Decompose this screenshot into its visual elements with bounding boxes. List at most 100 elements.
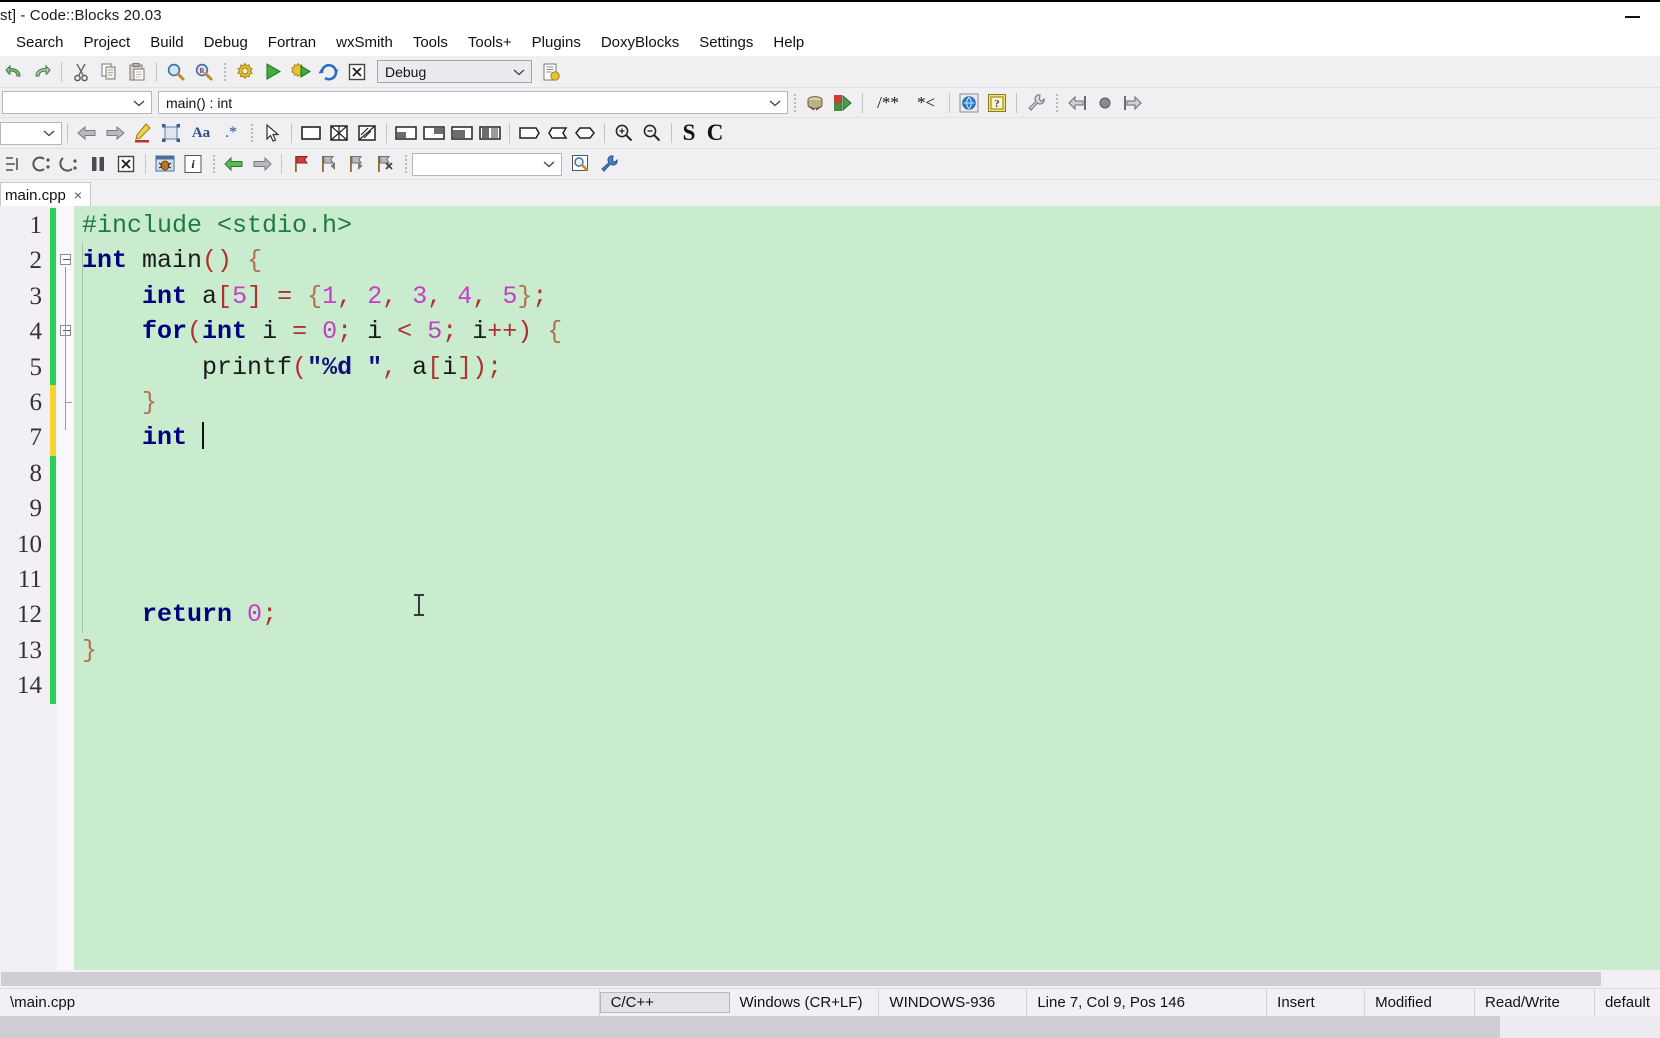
code-line[interactable] [74, 491, 1660, 526]
letter-s-icon[interactable]: S [678, 120, 700, 146]
back-icon[interactable] [74, 120, 100, 146]
box-sizer-top-icon[interactable] [393, 120, 419, 146]
toolbar-grip[interactable] [401, 153, 410, 175]
menu-item-search[interactable]: Search [6, 32, 74, 53]
bookmark-clear-icon[interactable] [372, 151, 398, 177]
wildcard-icon[interactable]: .* [218, 120, 244, 146]
menu-item-debug[interactable]: Debug [194, 32, 258, 53]
record-icon[interactable] [1092, 90, 1118, 116]
close-icon[interactable]: × [74, 187, 82, 203]
step-over-icon[interactable] [29, 151, 55, 177]
scrollbar-thumb[interactable] [1, 972, 1601, 986]
highlight-icon[interactable] [130, 120, 156, 146]
doxyblocks-run-icon[interactable] [956, 90, 982, 116]
code-line[interactable]: #include <stdio.h> [74, 208, 1660, 243]
pointer-icon[interactable] [259, 120, 285, 146]
build-and-run-icon[interactable] [288, 59, 314, 85]
copy-icon[interactable] [96, 59, 122, 85]
search-options-icon[interactable] [596, 151, 622, 177]
build-target-select[interactable]: Debug [377, 60, 532, 83]
resize-icon[interactable] [158, 120, 184, 146]
menu-item-doxyblocks[interactable]: DoxyBlocks [591, 32, 689, 53]
toolbar-grip[interactable] [247, 122, 256, 144]
menu-item-plugins[interactable]: Plugins [522, 32, 591, 53]
paste-icon[interactable] [124, 59, 150, 85]
menu-item-settings[interactable]: Settings [689, 32, 763, 53]
code-line[interactable] [74, 562, 1660, 597]
box-sizer-split-icon[interactable] [477, 120, 503, 146]
step-into-icon[interactable] [1, 151, 27, 177]
menu-item-project[interactable]: Project [74, 32, 141, 53]
code-line[interactable] [74, 668, 1660, 703]
search-input[interactable] [412, 152, 562, 176]
menu-item-build[interactable]: Build [140, 32, 193, 53]
letter-c-icon[interactable]: C [702, 120, 728, 146]
box-sizer-right-icon[interactable] [421, 120, 447, 146]
wxsmith-select[interactable] [0, 121, 62, 145]
search-icon[interactable] [568, 151, 594, 177]
find-icon[interactable] [163, 59, 189, 85]
spacer-left-icon[interactable] [516, 120, 542, 146]
code-line[interactable]: int main() { [74, 243, 1660, 278]
zoom-in-icon[interactable] [611, 120, 637, 146]
code-line[interactable]: int a[5] = {1, 2, 3, 4, 5}; [74, 279, 1660, 314]
menu-item-help[interactable]: Help [763, 32, 814, 53]
box-sizer-left-icon[interactable] [449, 120, 475, 146]
debug-info-icon[interactable]: i [180, 151, 206, 177]
replace-icon[interactable]: R [191, 59, 217, 85]
code-line[interactable]: int [74, 420, 1660, 455]
step-out-icon[interactable] [57, 151, 83, 177]
toolbar-grip[interactable] [790, 92, 799, 114]
code-line[interactable]: } [74, 633, 1660, 668]
spacer-mid-icon[interactable] [544, 120, 570, 146]
class-browser-icon[interactable] [802, 90, 828, 116]
redo-icon[interactable] [29, 59, 55, 85]
font-icon[interactable]: Aa [186, 120, 216, 146]
comment-block-icon[interactable]: /** [869, 90, 907, 116]
code-editor[interactable]: 1 2 3 4 5 6 7 8 9 10 11 12 13 14 #include <stdio.h> in… [0, 206, 1660, 970]
doxyblocks-help-icon[interactable]: ? [984, 90, 1010, 116]
build-icon[interactable] [232, 59, 258, 85]
bookmark-next-icon[interactable] [344, 151, 370, 177]
debug-window-icon[interactable] [152, 151, 178, 177]
code-line[interactable]: printf("%d ", a[i]); [74, 350, 1660, 385]
menu-item-wxsmith[interactable]: wxSmith [326, 32, 403, 53]
fold-margin[interactable] [56, 206, 74, 970]
toolbar-grip[interactable] [1052, 92, 1061, 114]
run-icon[interactable] [260, 59, 286, 85]
rebuild-icon[interactable] [316, 59, 342, 85]
code-line[interactable]: for(int i = 0; i < 5; i++) { [74, 314, 1660, 349]
menu-item-tools[interactable]: Tools [403, 32, 458, 53]
flag-icon[interactable] [288, 151, 314, 177]
toolbar-grip[interactable] [209, 153, 218, 175]
undo-icon[interactable] [1, 59, 27, 85]
code-line[interactable] [74, 527, 1660, 562]
prev-bookmark-icon[interactable] [221, 151, 247, 177]
code-line[interactable]: } [74, 385, 1660, 420]
cut-icon[interactable] [68, 59, 94, 85]
code-line[interactable]: return 0; [74, 597, 1660, 632]
next-bookmark-icon[interactable] [249, 151, 275, 177]
menu-item-fortran[interactable]: Fortran [258, 32, 326, 53]
comment-line-icon[interactable]: *< [909, 90, 943, 116]
menu-item-tools-plus[interactable]: Tools+ [458, 32, 522, 53]
grid-sizer-icon[interactable] [326, 120, 352, 146]
code-line[interactable] [74, 456, 1660, 491]
stop-debug-icon[interactable] [113, 151, 139, 177]
scope-select[interactable] [2, 91, 152, 114]
fold-toggle-icon[interactable] [60, 254, 71, 266]
taskbar-thumb[interactable] [0, 1016, 1500, 1038]
panel-icon[interactable] [298, 120, 324, 146]
pause-icon[interactable] [85, 151, 111, 177]
flex-sizer-icon[interactable] [354, 120, 380, 146]
bookmark-prev-icon[interactable] [316, 151, 342, 177]
toolbar-grip[interactable] [220, 61, 229, 83]
build-target-options-icon[interactable] [538, 59, 564, 85]
editor-horizontal-scrollbar[interactable] [0, 970, 1660, 988]
minimize-button[interactable] [1610, 2, 1654, 31]
doxyblocks-config-icon[interactable] [1023, 90, 1049, 116]
wrap-left-icon[interactable] [1064, 90, 1090, 116]
abort-icon[interactable] [344, 59, 370, 85]
editor-tab-main-cpp[interactable]: main.cpp × [0, 182, 92, 207]
code-text-area[interactable]: #include <stdio.h> int main() { int a[5] … [74, 206, 1660, 970]
